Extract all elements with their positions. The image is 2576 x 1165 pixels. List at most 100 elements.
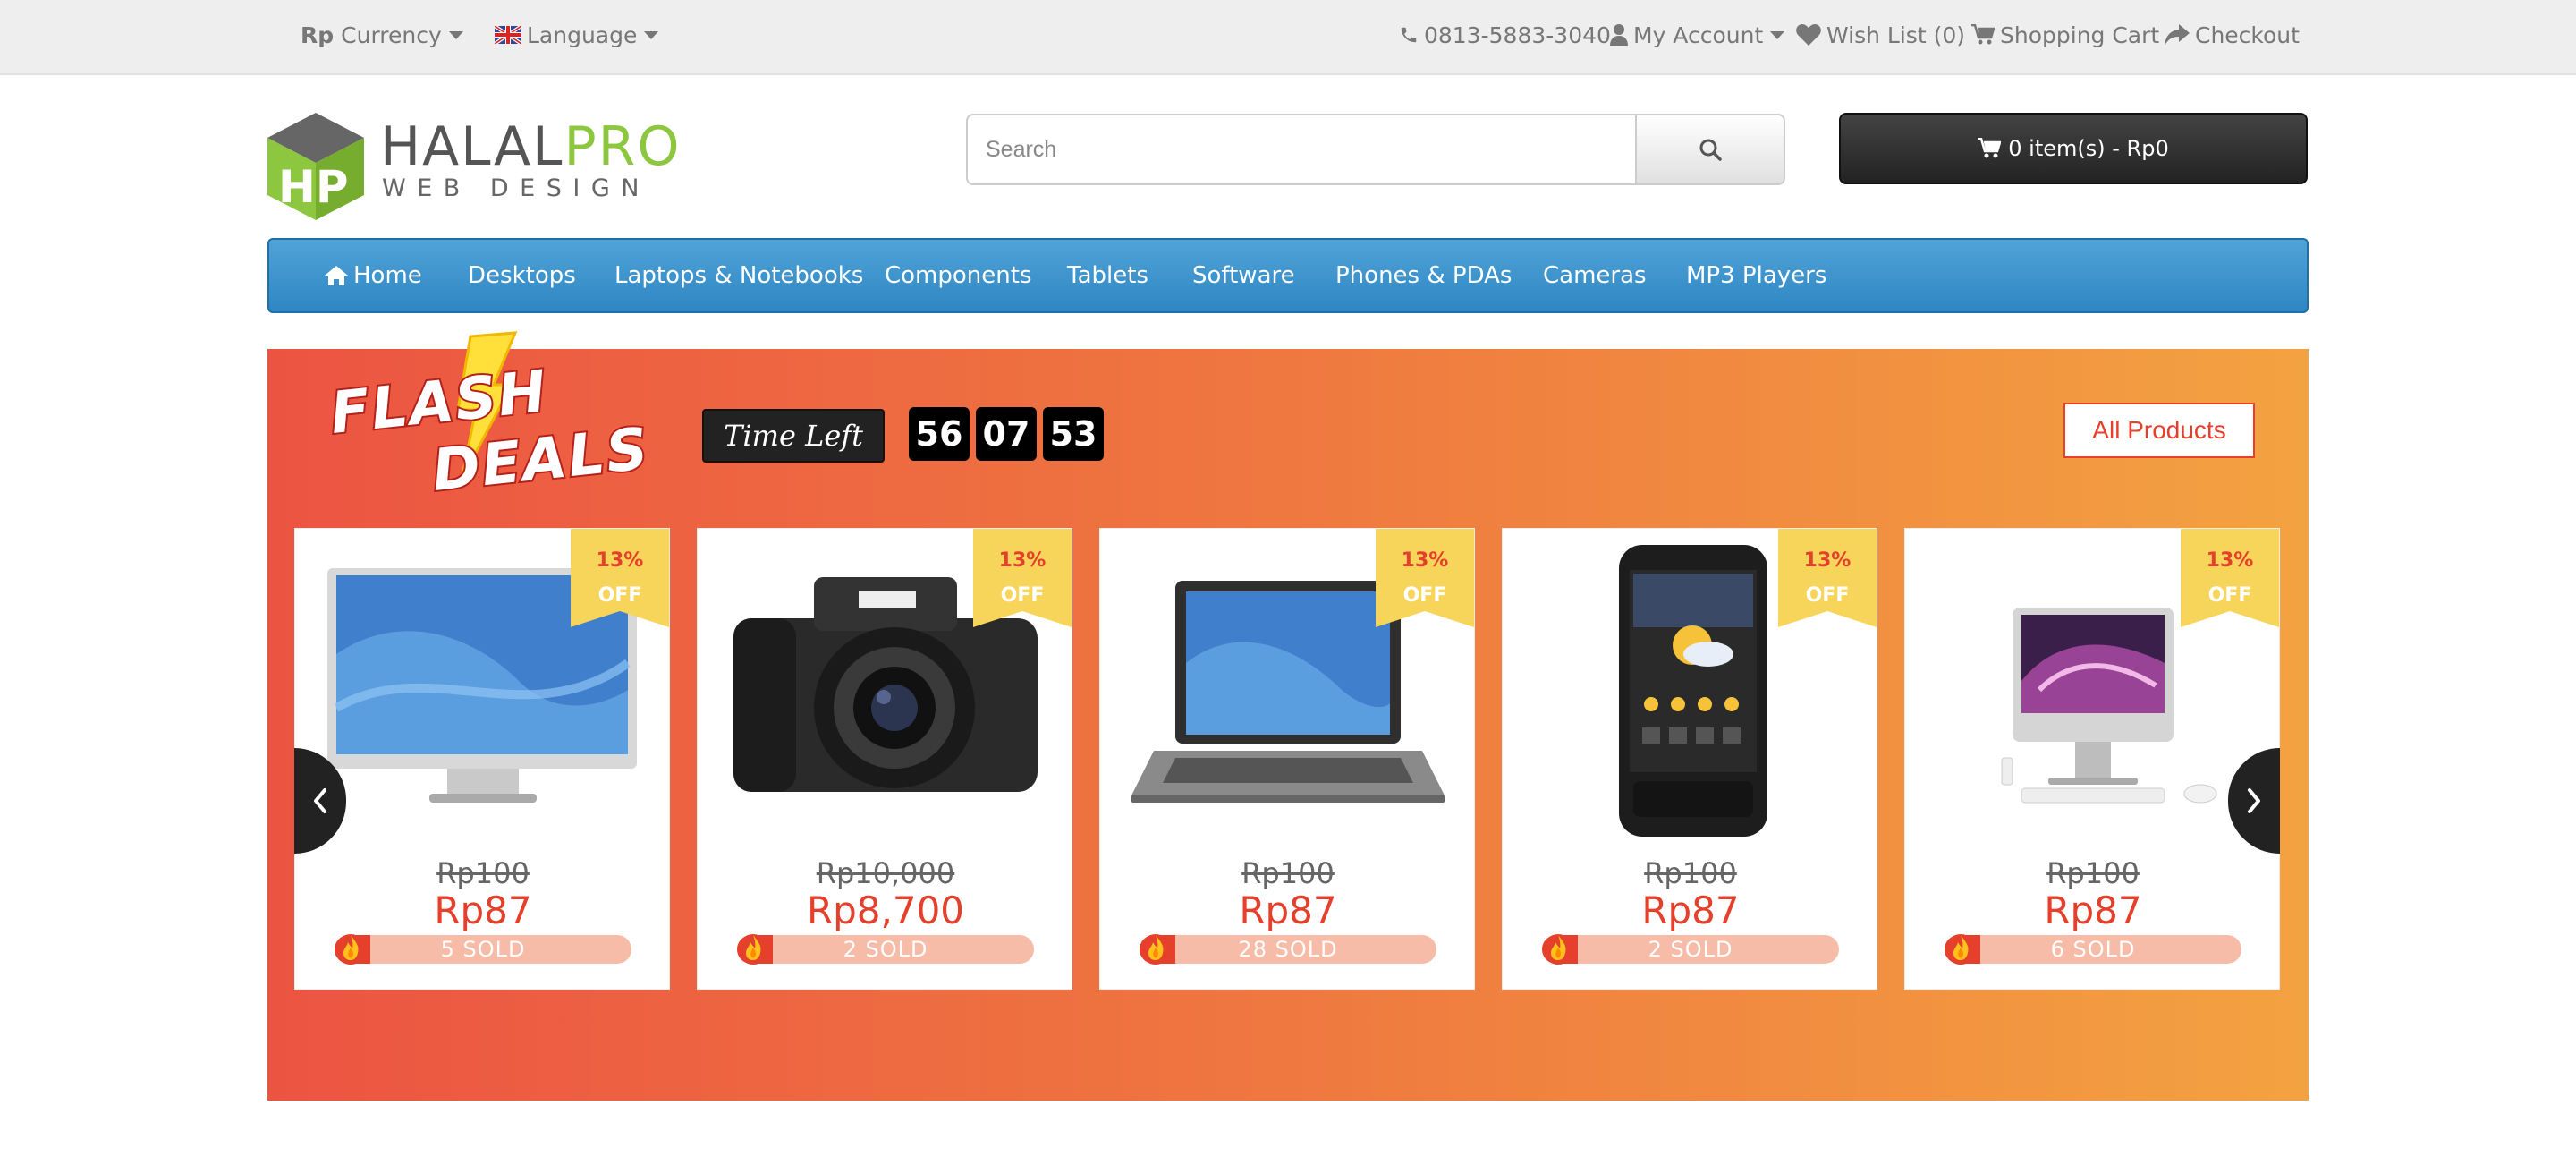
- top-bar: Rp Currency Language 0813-5883-3040 My A…: [0, 0, 2576, 75]
- nav-item-cameras[interactable]: Cameras: [1543, 240, 1647, 311]
- language-label: Language: [527, 21, 638, 48]
- sold-count: 2 SOLD: [843, 937, 928, 962]
- my-account-dropdown[interactable]: My Account: [1610, 0, 1785, 70]
- sale-price: Rp87: [434, 889, 532, 932]
- phone-number: 0813-5883-3040: [1424, 21, 1611, 48]
- search-button[interactable]: [1635, 114, 1785, 185]
- discount-badge: 13% OFF: [1778, 543, 1877, 613]
- discount-badge: 13% OFF: [973, 543, 1072, 613]
- nav-item-label: Components: [885, 262, 1032, 289]
- nav-item-desktops[interactable]: Desktops: [468, 240, 576, 311]
- checkout-label: Checkout: [2195, 21, 2300, 48]
- checkout-link[interactable]: Checkout: [2165, 0, 2300, 70]
- countdown-minutes: 07: [976, 407, 1037, 461]
- flash-deals-section: FLASH DEALS Time Left 56 07 53 All Produ…: [267, 331, 2309, 1101]
- logo-badge-text: HP: [278, 161, 349, 213]
- logo-part-2: PRO: [564, 115, 682, 178]
- sold-count: 28 SOLD: [1238, 937, 1338, 962]
- nav-item-label: Phones & PDAs: [1335, 262, 1513, 289]
- discount-off: OFF: [1805, 584, 1850, 607]
- currency-dropdown[interactable]: Rp Currency: [301, 0, 463, 70]
- wishlist-link[interactable]: Wish List (0): [1796, 0, 1965, 70]
- nav-item-label: Home: [353, 262, 422, 289]
- nav-item-software[interactable]: Software: [1192, 240, 1295, 311]
- nav-item-components[interactable]: Components: [885, 240, 1032, 311]
- cart-total-label: 0 item(s) - Rp0: [2008, 136, 2169, 161]
- sold-count: 6 SOLD: [2050, 937, 2136, 962]
- nav-item-phones-pdas[interactable]: Phones & PDAs: [1335, 240, 1512, 311]
- discount-percent: 13%: [2206, 549, 2254, 572]
- countdown-seconds: 53: [1043, 407, 1104, 461]
- logo-wordmark: HALALPRO: [380, 120, 682, 174]
- sale-price: Rp87: [2044, 889, 2142, 932]
- sold-progress-bar: 2 SOLD: [1542, 934, 1839, 965]
- search-bar: [966, 114, 1785, 185]
- sold-progress-bar: 6 SOLD: [1945, 934, 2241, 965]
- nav-item-label: Tablets: [1067, 262, 1148, 289]
- discount-badge: 13% OFF: [1376, 543, 1474, 613]
- product-card[interactable]: 13% OFF Rp100 Rp87 6 SOLD: [1904, 528, 2280, 990]
- store-logo[interactable]: HP HALALPRO WEB DESIGN: [267, 113, 680, 220]
- shopping-cart-link[interactable]: Shopping Cart: [1971, 0, 2159, 70]
- search-icon: [1699, 139, 1722, 161]
- cart-icon: [1971, 24, 1995, 46]
- cart-total-button[interactable]: 0 item(s) - Rp0: [1839, 113, 2308, 184]
- sold-count: 2 SOLD: [1648, 937, 1733, 962]
- home-icon: [325, 266, 348, 285]
- product-card[interactable]: 13% OFF Rp100 Rp87 28 SOLD: [1099, 528, 1475, 990]
- sold-count: 5 SOLD: [440, 937, 526, 962]
- nav-item-mp3-players[interactable]: MP3 Players: [1686, 240, 1826, 311]
- cart-icon: [1978, 138, 2002, 159]
- product-card[interactable]: 13% OFF Rp10,000 Rp8,700 2 SOLD: [697, 528, 1072, 990]
- logo-cube-icon: HP: [267, 113, 364, 220]
- discount-percent: 13%: [1401, 549, 1449, 572]
- chevron-left-icon: [314, 788, 326, 813]
- countdown-hours: 56: [909, 407, 970, 461]
- product-card[interactable]: 13% OFF Rp100 Rp87 2 SOLD: [1502, 528, 1877, 990]
- nav-item-laptops-notebooks[interactable]: Laptops & Notebooks: [614, 240, 863, 311]
- nav-item-label: Cameras: [1543, 262, 1647, 289]
- discount-off: OFF: [2207, 584, 2252, 607]
- sold-progress-bar: 2 SOLD: [737, 934, 1034, 965]
- sale-price: Rp87: [1641, 889, 1740, 932]
- discount-percent: 13%: [998, 549, 1046, 572]
- share-icon: [2165, 24, 2190, 46]
- currency-symbol: Rp: [301, 21, 335, 48]
- chevron-down-icon: [448, 30, 463, 39]
- discount-badge: 13% OFF: [2181, 543, 2279, 613]
- flash-deals-logo: FLASH DEALS: [327, 331, 649, 506]
- logo-part-1: HALAL: [380, 115, 564, 178]
- old-price: Rp10,000: [816, 856, 955, 890]
- sold-progress-bar: 28 SOLD: [1140, 934, 1436, 965]
- sale-price: Rp8,700: [806, 889, 965, 932]
- wishlist-label: Wish List (0): [1826, 21, 1965, 48]
- nav-item-label: Laptops & Notebooks: [614, 262, 864, 289]
- all-products-button[interactable]: All Products: [2063, 403, 2255, 458]
- discount-off: OFF: [597, 584, 642, 607]
- discount-off: OFF: [1000, 584, 1045, 607]
- shopping-cart-label: Shopping Cart: [2000, 21, 2160, 48]
- nav-item-home[interactable]: Home: [325, 240, 422, 311]
- chevron-down-icon: [1770, 30, 1785, 39]
- old-price: Rp100: [1241, 856, 1335, 890]
- nav-item-tablets[interactable]: Tablets: [1067, 240, 1148, 311]
- sold-progress-bar: 5 SOLD: [335, 934, 631, 965]
- chevron-right-icon: [2248, 788, 2260, 813]
- discount-percent: 13%: [1803, 549, 1852, 572]
- phone-link[interactable]: 0813-5883-3040: [1399, 0, 1611, 70]
- phone-icon: [1399, 25, 1419, 45]
- currency-label: Currency: [341, 21, 442, 48]
- discount-percent: 13%: [596, 549, 644, 572]
- user-icon: [1610, 24, 1628, 46]
- old-price: Rp100: [1644, 856, 1737, 890]
- language-dropdown[interactable]: Language: [495, 0, 659, 70]
- product-card[interactable]: 13% OFF Rp100 Rp87 5 SOLD: [294, 528, 670, 990]
- heart-icon: [1796, 24, 1821, 46]
- logo-tagline: WEB DESIGN: [382, 174, 650, 202]
- discount-badge: 13% OFF: [571, 543, 669, 613]
- main-navigation: Home Desktops Laptops & Notebooks Compon…: [267, 238, 2309, 313]
- my-account-label: My Account: [1633, 21, 1764, 48]
- discount-off: OFF: [1402, 584, 1447, 607]
- uk-flag-icon: [495, 26, 521, 44]
- search-input[interactable]: [966, 114, 1635, 185]
